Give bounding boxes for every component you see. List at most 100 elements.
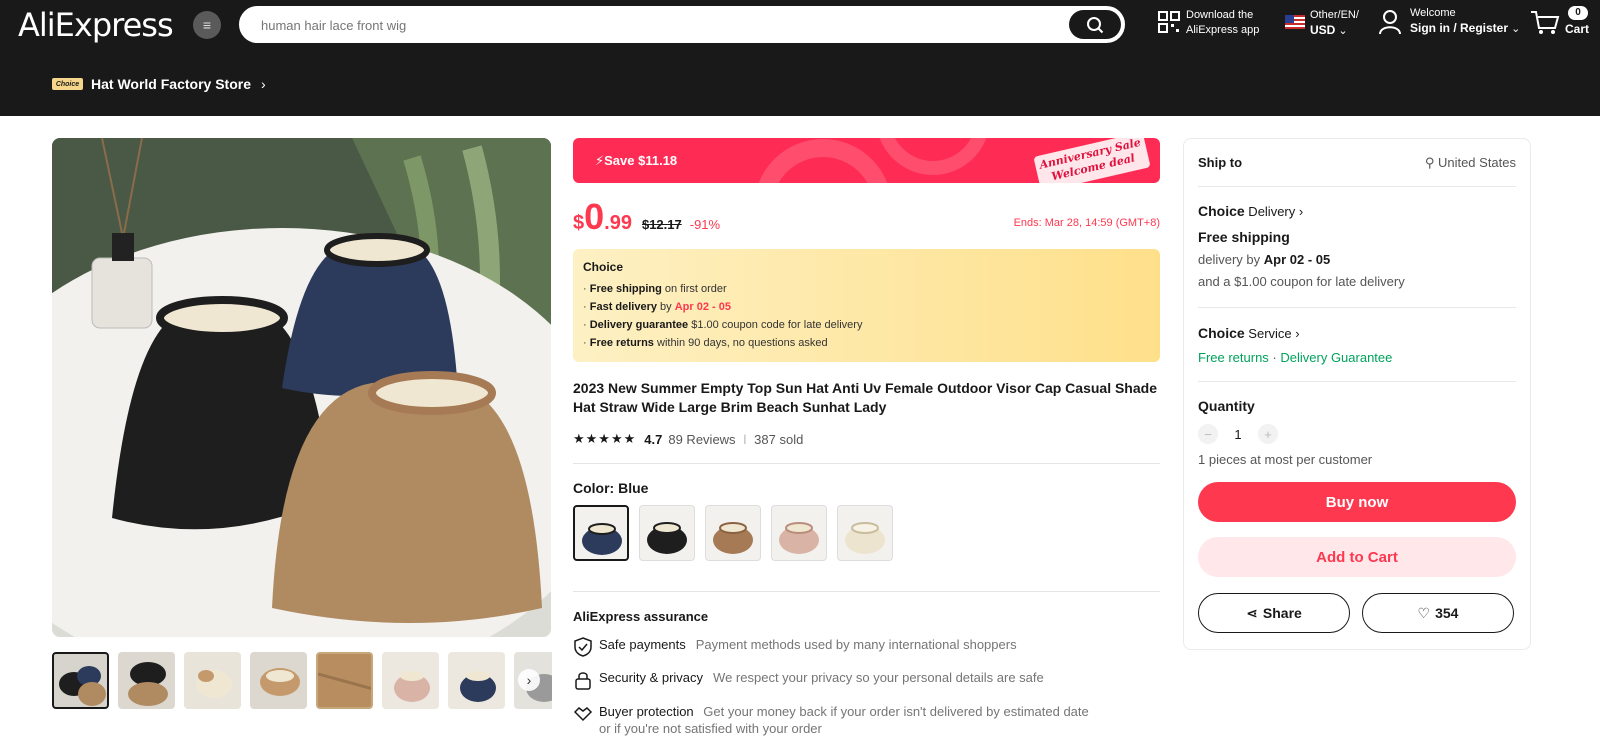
choice-title: Choice: [583, 260, 624, 274]
thumbnail-7[interactable]: [448, 652, 505, 709]
thumbnail-4[interactable]: [250, 652, 307, 709]
shield-check-icon: [574, 637, 592, 657]
benefit-free-returns: · Free returns within 90 days, no questi…: [583, 337, 828, 349]
search-bar: [239, 6, 1125, 43]
divider: [573, 591, 1160, 592]
assurance-buyer-protection: Buyer protection Get your money back if …: [573, 703, 1089, 737]
cart-label[interactable]: Cart: [1565, 22, 1589, 36]
rating-row: ★★★★★ 4.7 89 Reviews | 387 sold: [573, 431, 803, 447]
free-shipping-label: Free shipping: [1198, 229, 1290, 245]
divider: [1198, 186, 1516, 187]
ship-to-label: Ship to: [1198, 155, 1243, 170]
menu-icon[interactable]: ≡: [193, 11, 221, 39]
assurance-name: Buyer protection: [599, 704, 694, 719]
quantity-value[interactable]: 1: [1218, 427, 1258, 442]
chevron-right-icon: ›: [1298, 204, 1304, 219]
search-icon: [1087, 16, 1104, 33]
quantity-decrease-button[interactable]: −: [1198, 424, 1218, 444]
swatch-blue[interactable]: [573, 505, 629, 561]
search-button[interactable]: [1069, 10, 1121, 39]
choice-delivery-link[interactable]: Choice Delivery ›: [1198, 203, 1303, 219]
assurance-security-privacy: Security & privacy We respect your priva…: [573, 670, 1044, 690]
download-app-line1: Download the: [1186, 9, 1254, 21]
store-name[interactable]: Hat World Factory Store: [91, 76, 251, 92]
sale-ends-time: Ends: Mar 28, 14:59 (GMT+8): [1013, 217, 1160, 229]
account-menu[interactable]: Welcome Sign in / Register ⌄: [1410, 6, 1520, 37]
divider: [1198, 381, 1516, 382]
welcome-text: Welcome: [1410, 7, 1456, 19]
choice-service-link[interactable]: Choice Service ›: [1198, 325, 1300, 341]
product-photo: [52, 138, 551, 637]
chevron-right-icon: ›: [261, 76, 266, 92]
choice-benefits-box: Choice · Free shipping on first order · …: [573, 249, 1160, 362]
thumbnail-strip: [52, 652, 552, 710]
thumbnail-3[interactable]: [184, 652, 241, 709]
quantity-label: Quantity: [1198, 398, 1255, 414]
divider: [1198, 307, 1516, 308]
star-rating-icon: ★★★★★: [573, 431, 637, 446]
sale-banner: ⚡Save $11.18 Anniversary Sale Welcome de…: [573, 138, 1160, 183]
add-to-cart-button[interactable]: Add to Cart: [1198, 537, 1516, 577]
assurance-safe-payments: Safe payments Payment methods used by ma…: [573, 637, 1017, 657]
store-link[interactable]: Choice Hat World Factory Store ›: [52, 76, 266, 92]
swatch-beige[interactable]: [837, 505, 893, 561]
benefit-fast-delivery: · Fast delivery by Apr 02 - 05: [583, 301, 731, 313]
assurance-desc: Get your money back if your order isn't …: [703, 704, 1089, 719]
locale-currency: USD: [1310, 23, 1336, 37]
late-delivery-coupon: and a $1.00 coupon for late delivery: [1198, 274, 1405, 289]
ship-to-row[interactable]: Ship to ⚲ United States: [1198, 155, 1516, 170]
free-returns-label: Free returns: [1198, 350, 1269, 365]
thumbnail-6[interactable]: [382, 652, 439, 709]
benefit-delivery-guarantee: · Delivery guarantee $1.00 coupon code f…: [583, 319, 863, 331]
price-row: $ 0 .99 $12.17 -91%: [573, 196, 720, 238]
price-integer: 0: [584, 196, 605, 237]
assurance-desc-line2: or if you're not satisfied with your ord…: [599, 721, 822, 736]
main-product-image[interactable]: [52, 138, 551, 637]
us-flag-icon: [1285, 15, 1305, 29]
assurance-desc: We respect your privacy so your personal…: [713, 670, 1044, 685]
save-amount: ⚡Save $11.18: [595, 153, 678, 168]
price-currency: $: [573, 212, 585, 234]
original-price: $12.17: [641, 217, 682, 232]
wishlist-button[interactable]: ♡ 354: [1362, 593, 1514, 633]
benefit-free-shipping: · Free shipping on first order: [583, 283, 727, 295]
user-icon[interactable]: [1378, 9, 1402, 35]
quantity-limit-text: 1 pieces at most per customer: [1198, 452, 1373, 467]
chevron-down-icon: ⌄: [1338, 25, 1348, 37]
swatch-pink[interactable]: [771, 505, 827, 561]
assurance-name: Security & privacy: [599, 670, 704, 685]
share-icon: ⋖: [1246, 604, 1258, 621]
thumbnail-1[interactable]: [52, 652, 109, 709]
search-input[interactable]: [261, 15, 1021, 35]
download-app-link[interactable]: Download the AliExpress app: [1186, 8, 1259, 38]
chevron-right-icon: ›: [1295, 326, 1300, 341]
locale-language: Other/EN/: [1310, 9, 1359, 21]
chevron-right-icon[interactable]: ›: [518, 669, 540, 691]
share-button[interactable]: ⋖ Share: [1198, 593, 1350, 633]
aliexpress-logo[interactable]: AliExpress: [18, 6, 174, 44]
divider: |: [743, 433, 747, 445]
swatch-black[interactable]: [639, 505, 695, 561]
download-app-line2: AliExpress app: [1186, 24, 1260, 36]
location-pin-icon: ⚲: [1424, 155, 1438, 170]
cart-icon[interactable]: [1530, 10, 1560, 36]
color-swatches: [573, 505, 903, 561]
qr-code-icon[interactable]: [1158, 11, 1180, 33]
chevron-down-icon: ⌄: [1511, 23, 1521, 35]
price-decimal: .99: [604, 212, 632, 234]
buy-now-button[interactable]: Buy now: [1198, 482, 1516, 522]
assurance-title: AliExpress assurance: [573, 609, 709, 624]
quantity-increase-button[interactable]: +: [1258, 424, 1278, 444]
top-header: AliExpress ≡ Download the AliExpress app…: [0, 0, 1600, 116]
thumbnail-2[interactable]: [118, 652, 175, 709]
assurance-name: Safe payments: [599, 637, 686, 652]
delivery-date-text: delivery by Apr 02 - 05: [1198, 252, 1331, 267]
signin-register-link[interactable]: Sign in / Register: [1410, 21, 1508, 35]
swatch-brown[interactable]: [705, 505, 761, 561]
sold-count: 387 sold: [754, 431, 804, 447]
reviews-link[interactable]: 89 Reviews: [668, 432, 735, 447]
locale-selector[interactable]: Other/EN/ USD ⌄: [1310, 8, 1359, 39]
thumbnail-5[interactable]: [316, 652, 373, 709]
lock-icon: [575, 672, 591, 690]
ship-location[interactable]: ⚲ United States: [1425, 155, 1516, 171]
